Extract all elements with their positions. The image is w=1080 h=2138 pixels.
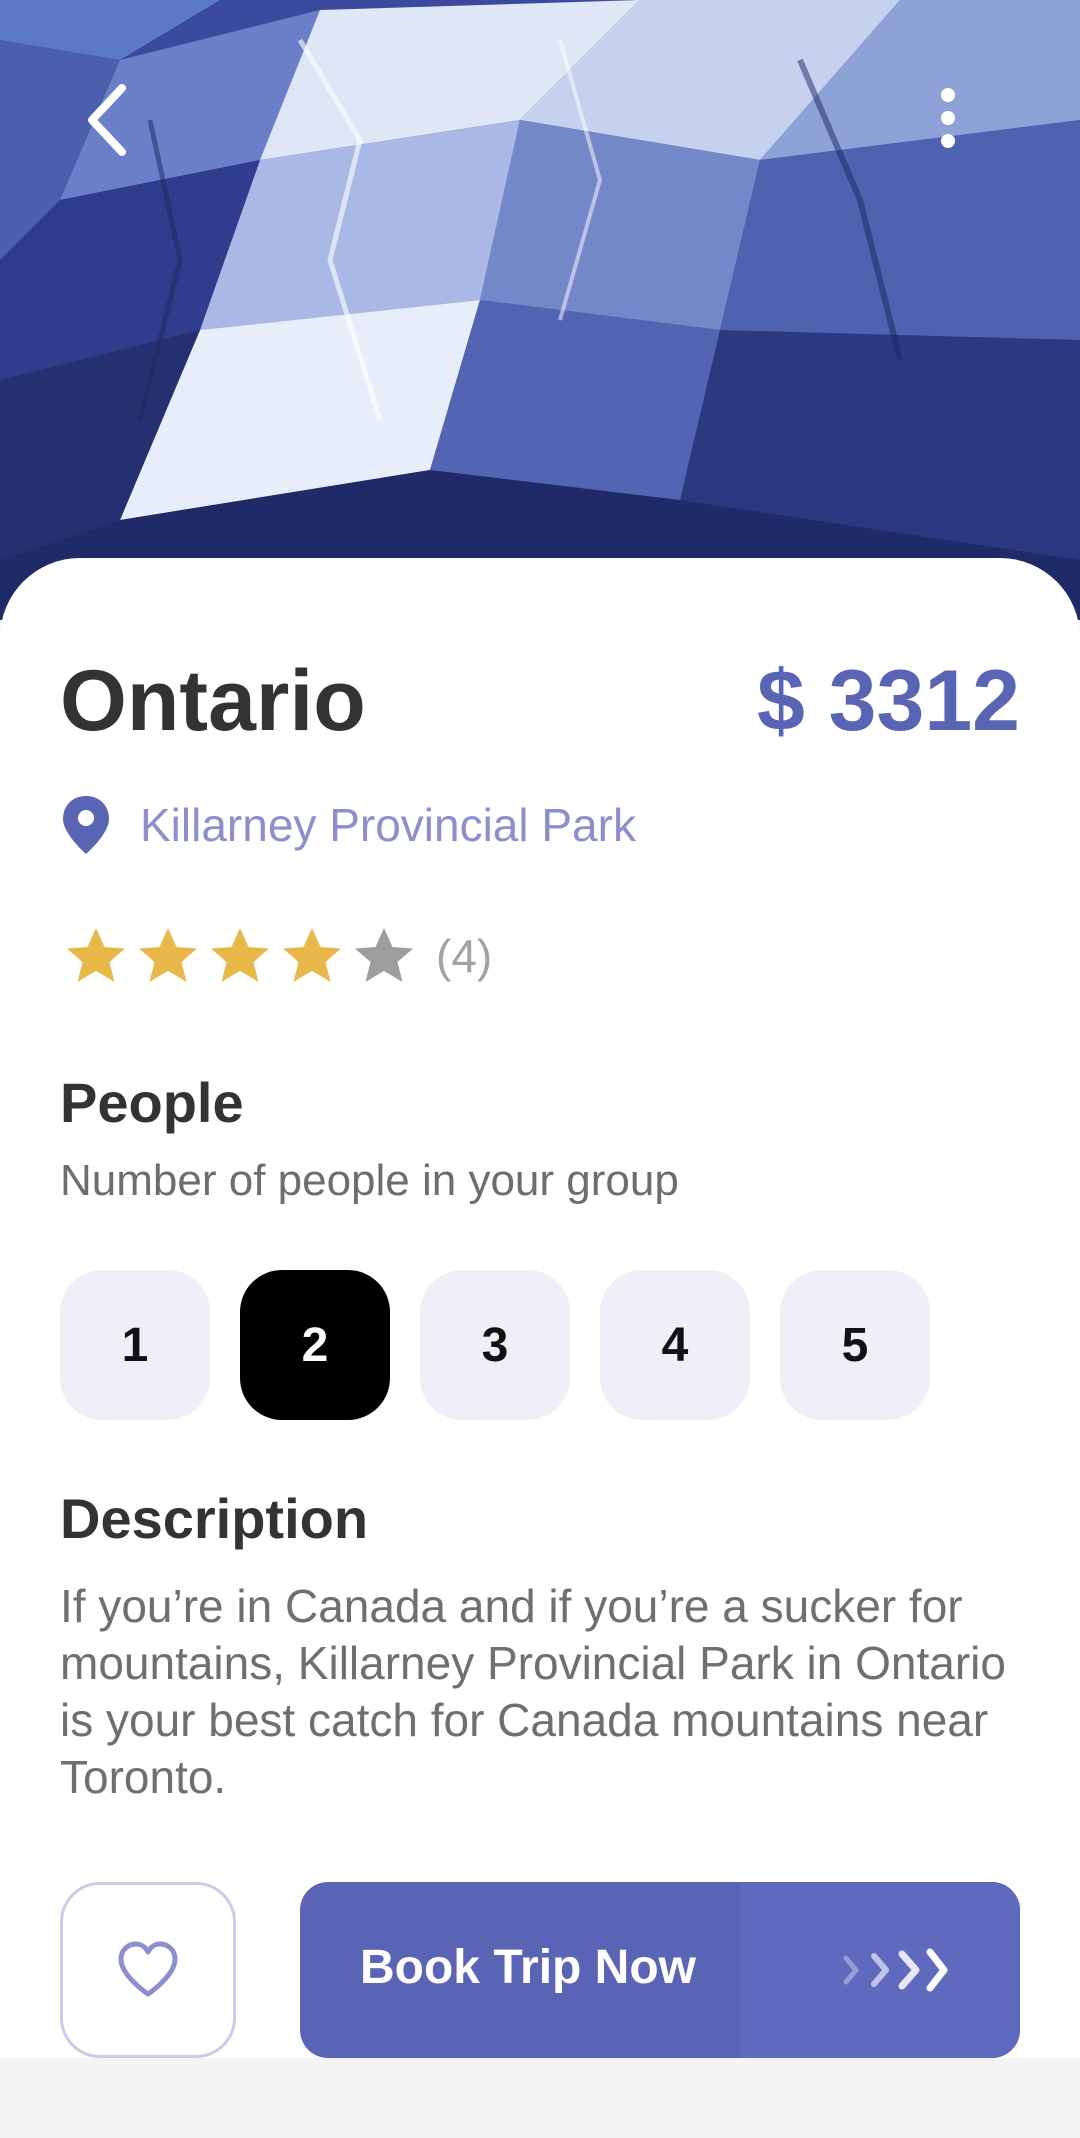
people-option-3[interactable]: 3	[420, 1270, 570, 1420]
details-sheet: Ontario $ 3312 Killarney Provincial Park…	[0, 558, 1080, 2058]
people-option-4[interactable]: 4	[600, 1270, 750, 1420]
back-button[interactable]	[58, 70, 158, 170]
star-icon	[355, 928, 413, 982]
star-icon	[283, 928, 341, 982]
heart-icon	[118, 1941, 178, 1997]
book-trip-button[interactable]: Book Trip Now	[300, 1882, 1020, 2058]
trip-price: $ 3312	[756, 653, 1020, 749]
hero-mountain-image	[0, 0, 1080, 620]
chevron-left-icon	[88, 84, 126, 156]
star-icon	[67, 928, 125, 982]
rating-stars	[60, 920, 420, 992]
favorite-button[interactable]	[60, 1882, 236, 2058]
people-selector: 12345	[60, 1270, 960, 1420]
description-heading: Description	[60, 1487, 369, 1550]
more-vertical-icon	[941, 88, 955, 148]
star-rating: (4)	[60, 920, 492, 992]
star-icon	[211, 928, 269, 982]
bottom-safe-area	[0, 2058, 1080, 2138]
map-pin-icon	[63, 796, 109, 854]
people-option-1[interactable]: 1	[60, 1270, 210, 1420]
destination-title: Ontario	[60, 653, 366, 749]
location-row: Killarney Provincial Park	[60, 794, 636, 856]
location-name: Killarney Provincial Park	[140, 799, 636, 851]
description-text: If you’re in Canada and if you’re a suck…	[60, 1580, 1006, 1803]
people-option-5[interactable]: 5	[780, 1270, 930, 1420]
rating-count: (4)	[436, 930, 493, 982]
people-heading: People	[60, 1071, 244, 1134]
chevrons-right-icon	[843, 1948, 948, 1992]
people-subheading: Number of people in your group	[60, 1156, 679, 1205]
star-icon	[139, 928, 197, 982]
book-trip-label: Book Trip Now	[360, 1941, 696, 1994]
people-option-2[interactable]: 2	[240, 1270, 390, 1420]
more-options-button[interactable]	[898, 70, 998, 170]
